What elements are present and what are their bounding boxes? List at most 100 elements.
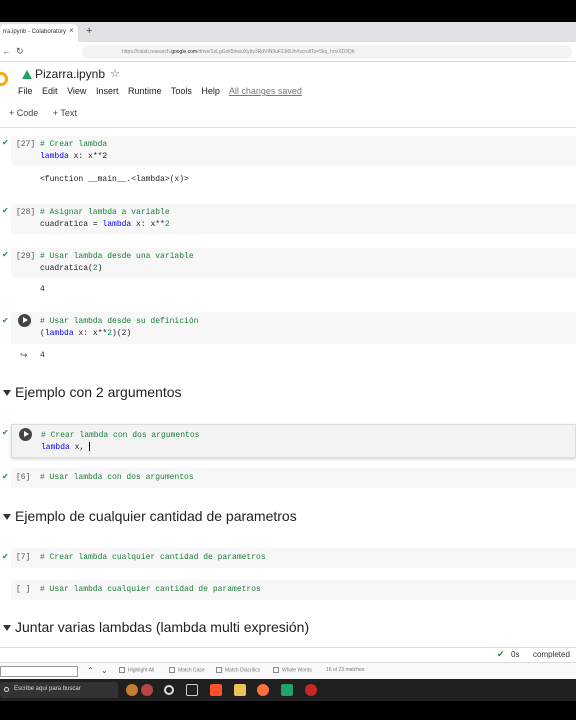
section-heading[interactable]: Juntar varias lambdas (lambda multi expr…: [3, 619, 309, 635]
cell-code[interactable]: # Crear lambda con dos argumentos lambda…: [41, 430, 199, 454]
grid-icon[interactable]: [186, 684, 198, 696]
task-view-icon[interactable]: [164, 685, 174, 695]
code-comment: # Crear lambda con dos argumentos: [41, 431, 200, 440]
excel-icon[interactable]: [281, 684, 293, 696]
firefox-icon[interactable]: [257, 684, 269, 696]
add-code-button[interactable]: + Code: [9, 108, 38, 118]
cell-output: <function __main__.<lambda>(x)>: [40, 175, 189, 184]
check-icon: ✔: [2, 316, 9, 325]
close-icon[interactable]: ×: [69, 26, 74, 35]
cell-toolbar: + Code + Text: [9, 108, 89, 118]
tab-title: rra.ipynb - Colaboratory: [3, 29, 67, 35]
saved-status[interactable]: All changes saved: [229, 86, 302, 96]
code-cell-27[interactable]: [27] # Crear lambda lambda x: x**2: [11, 136, 576, 166]
menu-edit[interactable]: Edit: [42, 86, 58, 96]
collapse-icon[interactable]: [3, 390, 11, 397]
cell-output: 4: [40, 285, 45, 294]
cell-code[interactable]: # Usar lambda con dos argumentos: [40, 472, 194, 484]
collapse-icon[interactable]: [3, 514, 11, 521]
taskbar-search-input[interactable]: Escribe aquí para buscar: [0, 682, 118, 698]
exec-count: [28]: [16, 208, 36, 217]
url-domain: google.com: [171, 49, 198, 55]
screen: rra.ipynb - Colaboratory × + ← ↻ https:/…: [0, 0, 576, 720]
run-cell-button[interactable]: [18, 314, 31, 327]
cell-code[interactable]: # Usar lambda desde una variable cuadrat…: [40, 251, 194, 275]
code-cell-29[interactable]: [29] # Usar lambda desde una variable cu…: [11, 248, 576, 278]
output-icon[interactable]: ↪: [20, 350, 28, 361]
browser-tab-strip: rra.ipynb - Colaboratory × +: [0, 22, 576, 42]
code-text: x: x**2: [68, 152, 108, 161]
new-tab-button[interactable]: +: [86, 25, 92, 37]
notebook-title[interactable]: Pizarra.ipynb: [35, 67, 105, 81]
check-icon: ✔: [2, 138, 9, 147]
highlight-all-checkbox[interactable]: Highlight All: [119, 667, 154, 673]
exec-state[interactable]: completed: [533, 650, 570, 659]
cell-output: 4: [40, 351, 45, 360]
match-diacritics-checkbox[interactable]: Match Diacritics: [216, 667, 260, 673]
menu-insert[interactable]: Insert: [96, 86, 119, 96]
collapse-icon[interactable]: [3, 625, 11, 632]
code-keyword: lambda: [44, 329, 74, 338]
code-keyword: lambda: [102, 220, 132, 229]
check-icon: ✔: [2, 472, 9, 481]
code-keyword: lambda: [41, 443, 70, 452]
code-cell-6[interactable]: [6] # Usar lambda con dos argumentos: [11, 468, 576, 488]
code-comment: # Usar lambda cualquier cantidad de para…: [40, 585, 261, 594]
exec-count: [7]: [16, 553, 31, 562]
code-cell-active[interactable]: # Crear lambda con dos argumentos lambda…: [11, 424, 576, 458]
code-cell-unrun[interactable]: [ ] # Usar lambda cualquier cantidad de …: [11, 580, 576, 600]
cell-code[interactable]: # Asignar lambda a variable cuadratica =…: [40, 207, 170, 231]
match-case-checkbox[interactable]: Match Case: [169, 667, 205, 673]
menu-runtime[interactable]: Runtime: [128, 86, 162, 96]
exec-count: [ ]: [16, 585, 31, 594]
brave-icon[interactable]: [210, 684, 222, 696]
app-icon[interactable]: [305, 684, 317, 696]
drive-icon: [22, 70, 32, 79]
check-icon: ✔: [497, 649, 505, 659]
reload-icon[interactable]: ↻: [16, 46, 24, 57]
menu-file[interactable]: File: [18, 86, 33, 96]
cell-code[interactable]: # Usar lambda desde su definición (lambd…: [40, 316, 198, 340]
colab-header: Pizarra.ipynb ☆ File Edit View Insert Ru…: [0, 62, 576, 128]
notebook-area[interactable]: ✔ [27] # Crear lambda lambda x: x**2 <fu…: [0, 128, 576, 647]
section-title: Ejemplo con 2 argumentos: [15, 384, 182, 400]
find-input[interactable]: [0, 666, 78, 677]
back-icon[interactable]: ←: [2, 46, 11, 56]
find-next-icon[interactable]: ⌄: [101, 666, 108, 675]
code-comment: # Crear lambda: [40, 140, 108, 149]
url-input[interactable]: https://colab.research.google.com/drive/…: [82, 45, 572, 59]
menu-view[interactable]: View: [67, 86, 86, 96]
code-text: cuadratica(: [40, 264, 93, 273]
section-heading[interactable]: Ejemplo con 2 argumentos: [3, 384, 182, 400]
address-bar: ← ↻ https://colab.research.google.com/dr…: [0, 42, 576, 62]
code-cell-7[interactable]: [7] # Crear lambda cualquier cantidad de…: [11, 548, 576, 568]
whole-words-checkbox[interactable]: Whole Words: [273, 667, 312, 673]
code-keyword: lambda: [40, 152, 69, 161]
cell-code[interactable]: # Crear lambda cualquier cantidad de par…: [40, 552, 266, 564]
exec-count: [27]: [16, 140, 36, 149]
top-letterbox: [0, 0, 576, 22]
menu-help[interactable]: Help: [201, 86, 220, 96]
file-explorer-icon[interactable]: [234, 684, 246, 696]
find-prev-icon[interactable]: ⌃: [87, 666, 94, 675]
menu-bar: File Edit View Insert Runtime Tools Help…: [18, 86, 309, 96]
colab-logo-icon[interactable]: [0, 72, 8, 86]
browser-tab[interactable]: rra.ipynb - Colaboratory ×: [0, 24, 78, 42]
code-cell-30[interactable]: # Usar lambda desde su definición (lambd…: [11, 312, 576, 344]
bottom-letterbox: [0, 701, 576, 720]
app-icon[interactable]: [141, 684, 153, 696]
widget-icon[interactable]: [126, 684, 138, 696]
exec-count: [6]: [16, 473, 31, 482]
star-icon[interactable]: ☆: [110, 67, 120, 80]
code-text: )(2): [112, 329, 132, 338]
code-text: x: x**: [73, 329, 108, 338]
code-cell-28[interactable]: [28] # Asignar lambda a variable cuadrat…: [11, 204, 576, 234]
section-heading[interactable]: Ejemplo de cualquier cantidad de paramet…: [3, 508, 297, 524]
check-icon: ✔: [2, 552, 9, 561]
cell-code[interactable]: # Crear lambda lambda x: x**2: [40, 139, 107, 163]
menu-tools[interactable]: Tools: [171, 86, 192, 96]
add-text-button[interactable]: + Text: [53, 108, 77, 118]
section-title: Ejemplo de cualquier cantidad de paramet…: [15, 508, 297, 524]
cell-code[interactable]: # Usar lambda cualquier cantidad de para…: [40, 584, 261, 596]
run-cell-button[interactable]: [19, 428, 32, 441]
